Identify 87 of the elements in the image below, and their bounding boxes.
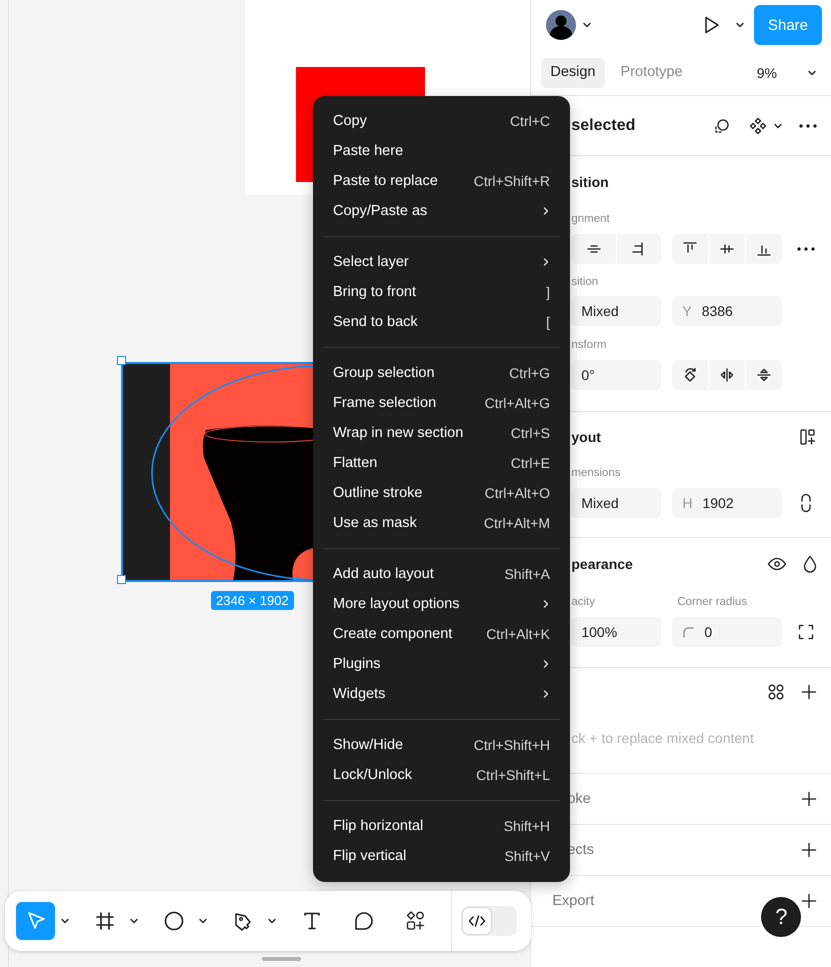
menu-item[interactable]: Outline stroke Ctrl+Alt+O [313, 478, 570, 508]
menu-item[interactable]: Copy Ctrl+C [313, 106, 570, 136]
component-icon[interactable] [749, 116, 767, 134]
eye-icon[interactable] [767, 556, 787, 572]
field-label: sition [570, 275, 600, 290]
menu-item[interactable]: Paste here [313, 136, 570, 166]
section-title: yout [571, 429, 602, 445]
field-value: 8386 [702, 303, 733, 319]
panel-tab[interactable]: Design [541, 58, 604, 88]
section-title: Export [552, 893, 596, 909]
resize-handle[interactable] [117, 575, 126, 584]
frame-icon [94, 910, 116, 932]
field-value: 100% [581, 624, 618, 640]
menu-item[interactable]: Create component Ctrl+Alt+K [313, 619, 570, 649]
menu-item[interactable]: Bring to front ] [313, 277, 570, 307]
field-value: 1902 [702, 495, 734, 511]
plus-icon[interactable] [801, 684, 817, 700]
menu-item[interactable]: Use as mask Ctrl+Alt+M [313, 508, 570, 538]
menu-item[interactable]: Widgets [313, 679, 570, 709]
menu-item[interactable]: Paste to replace Ctrl+Shift+R [313, 166, 570, 196]
chevron-down-icon[interactable] [582, 20, 592, 30]
field-value: 0° [581, 367, 595, 383]
field-value: Mixed [581, 495, 619, 511]
field-value: 0 [704, 624, 712, 640]
menu-item[interactable]: Copy/Paste as [313, 196, 570, 226]
dropdown-chevron-icon[interactable] [129, 916, 139, 926]
height-field[interactable]: H 1902 [672, 488, 782, 518]
field-label: nsform [570, 338, 608, 353]
menu-item[interactable]: More layout options [313, 589, 570, 619]
help-button[interactable]: ? [761, 897, 802, 937]
comment-icon [352, 910, 374, 932]
section-title: sition [571, 174, 610, 190]
field-label: acity [571, 595, 596, 610]
plus-icon[interactable] [801, 893, 817, 909]
scroll-handle[interactable] [262, 957, 301, 961]
dropdown-chevron-icon[interactable] [267, 916, 277, 926]
expand-corners-icon[interactable] [798, 624, 814, 640]
ellipse-icon [162, 910, 184, 932]
dropdown-chevron-icon[interactable] [198, 916, 208, 926]
y-field[interactable]: Y 8386 [672, 296, 782, 326]
field-label: Y [682, 303, 692, 319]
more-icon[interactable] [797, 247, 816, 251]
auto-layout-icon[interactable] [799, 428, 817, 446]
code-icon [468, 914, 486, 928]
width-field[interactable]: Mixed [571, 488, 662, 518]
menu-item[interactable]: Flip horizontal Shift+H [313, 811, 570, 841]
field-label: H [682, 495, 692, 511]
menu-item[interactable]: Flatten Ctrl+E [313, 448, 570, 478]
x-field[interactable]: Mixed [571, 296, 662, 326]
chevron-down-icon[interactable] [735, 20, 745, 30]
more-icon[interactable] [799, 124, 817, 128]
dev-mode-toggle[interactable] [461, 906, 517, 936]
selection-title: selected [571, 116, 636, 134]
menu-item[interactable]: Lock/Unlock Ctrl+Shift+L [313, 760, 570, 790]
menu-item[interactable]: Add auto layout Shift+A [313, 559, 570, 589]
field-label: Corner radius [676, 595, 748, 610]
zoom-level[interactable]: 9% [756, 64, 777, 80]
shapes-icon [404, 910, 426, 932]
menu-item[interactable]: Flip vertical Shift+V [313, 841, 570, 871]
menu-item[interactable]: Show/Hide Ctrl+Shift+H [313, 730, 570, 760]
dropdown-chevron-icon[interactable] [60, 916, 70, 926]
resize-handle[interactable] [117, 356, 126, 365]
menu-item[interactable]: Group selection Ctrl+G [313, 358, 570, 388]
menu-item[interactable]: Wrap in new section Ctrl+S [313, 418, 570, 448]
plus-icon[interactable] [801, 791, 817, 807]
drop-icon[interactable] [803, 555, 817, 573]
styles-icon[interactable] [767, 683, 785, 701]
menu-item[interactable]: Frame selection Ctrl+Alt+G [313, 388, 570, 418]
menu-item[interactable]: Send to back [ [313, 307, 570, 337]
constrain-proportions-icon[interactable] [799, 493, 814, 513]
corner-radius-field[interactable]: 0 [672, 617, 782, 647]
flip-vertical-icon[interactable] [756, 367, 772, 383]
avatar-icon[interactable] [546, 10, 576, 40]
opacity-field[interactable]: 100% [571, 617, 662, 647]
menu-item[interactable]: Plugins [313, 649, 570, 679]
field-label: gnment [570, 212, 611, 227]
menu-item[interactable]: Select layer [313, 247, 570, 277]
field-value: Mixed [581, 303, 619, 319]
flip-horizontal-icon[interactable] [719, 367, 736, 383]
plus-icon[interactable] [801, 842, 817, 858]
corner-radius-icon [682, 626, 694, 638]
dashed-circle-icon[interactable] [713, 116, 731, 134]
section-title: pearance [571, 556, 634, 572]
rotation-field[interactable]: 0° [571, 360, 662, 390]
rotate-icon[interactable] [682, 367, 698, 383]
field-label: mensions [570, 466, 622, 481]
dimensions-label: 2346 × 1902 [211, 591, 294, 610]
